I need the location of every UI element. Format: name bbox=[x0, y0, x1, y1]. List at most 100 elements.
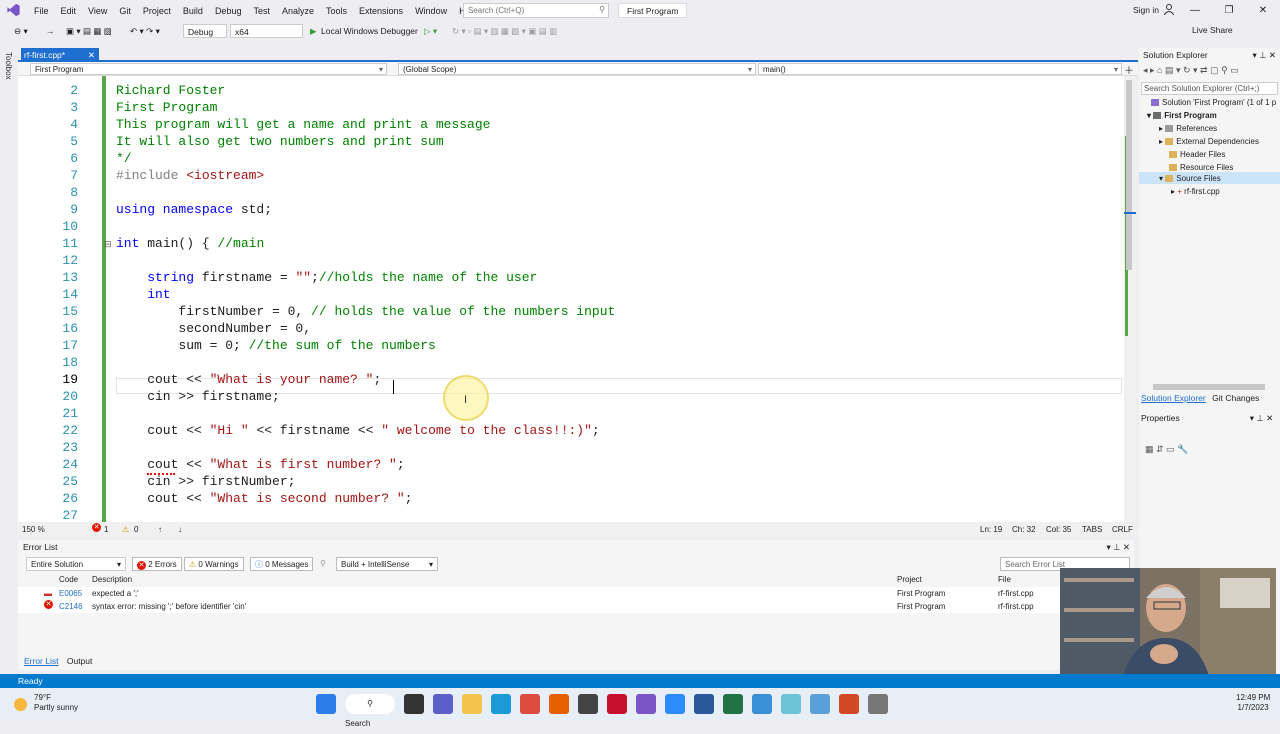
scope-dropdown[interactable]: (Global Scope) ▾ bbox=[398, 63, 756, 75]
col-code[interactable]: Code bbox=[59, 573, 78, 586]
build-filter-dropdown[interactable]: Build + IntelliSense ▾ bbox=[336, 557, 438, 571]
sign-in-link[interactable]: Sign in bbox=[1133, 5, 1159, 15]
platform-dropdown[interactable]: x64 bbox=[230, 24, 303, 38]
new-item-icon[interactable]: ▣ ▾ ▤ ▦ ▧ bbox=[66, 24, 112, 38]
panel-pin-close-icons[interactable]: ▾ ⊥ ✕ bbox=[1250, 413, 1274, 423]
maximize-button[interactable]: ❐ bbox=[1212, 0, 1246, 21]
solution-explorer-toolbar[interactable]: ◂ ▸ ⌂ ▤ ▾ ↻ ▾ ⇄ ▢ ⚲ ▭ bbox=[1143, 65, 1239, 76]
taskbar-clock[interactable]: 12:49 PM 1/7/2023 bbox=[1236, 693, 1270, 713]
menu-view[interactable]: View bbox=[82, 6, 113, 16]
col-file[interactable]: File bbox=[998, 573, 1011, 586]
task-view-icon[interactable] bbox=[404, 694, 424, 714]
live-share-button[interactable]: Live Share bbox=[1192, 25, 1233, 35]
tree-source-files[interactable]: ▾ Source Files bbox=[1159, 173, 1221, 185]
hot-reload-icon[interactable]: ↻ ▾ ▫ ▤ ▾ ▥ ▦ ▧ ▾ ▣ ▤ ▥ bbox=[452, 24, 557, 38]
split-editor-icon[interactable]: ＋ bbox=[1124, 62, 1134, 77]
visual-studio-taskbar-icon[interactable] bbox=[636, 694, 656, 714]
tab-output[interactable]: Output bbox=[67, 656, 93, 666]
menu-git[interactable]: Git bbox=[113, 6, 137, 16]
account-icon[interactable] bbox=[1164, 4, 1174, 15]
menu-tools[interactable]: Tools bbox=[320, 6, 353, 16]
forward-icon[interactable]: → bbox=[46, 24, 55, 38]
col-description[interactable]: Description bbox=[92, 573, 132, 586]
edge-icon[interactable] bbox=[491, 694, 511, 714]
editor-vertical-scrollbar[interactable] bbox=[1124, 76, 1136, 522]
errors-filter-button[interactable]: ✕ 2 Errors bbox=[132, 557, 182, 571]
tab-error-list[interactable]: Error List bbox=[24, 656, 58, 666]
panel-pin-close-icons[interactable]: ▾ ⊥ ✕ bbox=[1106, 540, 1130, 555]
col-project[interactable]: Project bbox=[897, 573, 922, 586]
configuration-dropdown[interactable]: Debug bbox=[183, 24, 227, 38]
back-icon[interactable]: ⊖ ▾ bbox=[14, 24, 28, 38]
close-tab-icon[interactable]: ✕ bbox=[88, 48, 95, 62]
error-code[interactable]: E0065 bbox=[59, 587, 82, 600]
tree-references[interactable]: ▸ References bbox=[1159, 123, 1217, 135]
menu-test[interactable]: Test bbox=[247, 6, 276, 16]
close-window-button[interactable]: ✕ bbox=[1246, 0, 1280, 21]
project-dropdown[interactable]: First Program ▾ bbox=[30, 63, 387, 75]
undo-icon[interactable]: ↶ ▾ ↷ ▾ bbox=[130, 24, 160, 38]
error-row[interactable]: ▬ E0065 expected a ';' First Program rf-… bbox=[18, 587, 1134, 600]
tree-external-deps[interactable]: ▸ External Dependencies bbox=[1159, 136, 1259, 148]
excel-icon[interactable] bbox=[723, 694, 743, 714]
taskbar-search-button[interactable]: ⚲ Search bbox=[345, 694, 395, 728]
tree-header-files[interactable]: Header Files bbox=[1169, 149, 1225, 161]
menu-build[interactable]: Build bbox=[177, 6, 209, 16]
menu-project[interactable]: Project bbox=[137, 6, 177, 16]
start-debugging-icon[interactable]: ▶ bbox=[310, 24, 317, 38]
local-windows-debugger-button[interactable]: Local Windows Debugger bbox=[321, 24, 418, 38]
zoom-icon[interactable] bbox=[665, 694, 685, 714]
panel-pin-close-icons[interactable]: ▾ ⊥ ✕ bbox=[1252, 48, 1276, 63]
error-code[interactable]: C2146 bbox=[59, 600, 83, 613]
menu-debug[interactable]: Debug bbox=[209, 6, 248, 16]
menu-analyze[interactable]: Analyze bbox=[276, 6, 320, 16]
tab-solution-explorer[interactable]: Solution Explorer bbox=[1141, 393, 1206, 403]
collapse-region-icon[interactable]: ⊟ bbox=[104, 239, 112, 250]
file-explorer-icon[interactable] bbox=[462, 694, 482, 714]
tab-rf-first-cpp[interactable]: rf-first.cpp* ✕ bbox=[21, 48, 99, 62]
member-dropdown[interactable]: main() ▾ bbox=[758, 63, 1122, 75]
filter-icon[interactable]: ⚲ bbox=[316, 557, 330, 571]
settings-icon[interactable] bbox=[868, 694, 888, 714]
dell-icon[interactable] bbox=[578, 694, 598, 714]
firefox-icon[interactable] bbox=[549, 694, 569, 714]
toolbox-tab[interactable]: Toolbox bbox=[4, 52, 13, 80]
tree-solution[interactable]: Solution 'First Program' (1 of 1 p bbox=[1151, 97, 1276, 109]
nav-down-icon[interactable]: ↓ bbox=[178, 523, 182, 537]
start-without-debugging-icon[interactable]: ▷ ▾ bbox=[424, 24, 437, 38]
tree-rf-first-cpp[interactable]: ▸ + rf-first.cpp bbox=[1171, 186, 1220, 198]
code-editor[interactable]: 2 3 4 5 6 7 8 9 10 11 12 13 14 15 16 17 18 19 20 21 22 23 24 25… bbox=[18, 76, 1124, 522]
teams-chat-icon[interactable] bbox=[433, 694, 453, 714]
solution-horizontal-scrollbar[interactable] bbox=[1153, 384, 1265, 390]
photos-icon[interactable] bbox=[810, 694, 830, 714]
mcafee-icon[interactable] bbox=[607, 694, 627, 714]
snipping-tool-icon[interactable] bbox=[781, 694, 801, 714]
app-icon[interactable] bbox=[752, 694, 772, 714]
minimize-button[interactable]: — bbox=[1178, 0, 1212, 21]
error-row[interactable]: ✕ C2146 syntax error: missing ';' before… bbox=[18, 600, 1134, 613]
search-input[interactable]: Search (Ctrl+Q) ⚲ bbox=[463, 3, 609, 18]
menu-extensions[interactable]: Extensions bbox=[353, 6, 409, 16]
warnings-filter-button[interactable]: ⚠ 0 Warnings bbox=[184, 557, 244, 571]
powerpoint-icon[interactable] bbox=[839, 694, 859, 714]
solution-search-input[interactable]: Search Solution Explorer (Ctrl+;) bbox=[1141, 82, 1278, 95]
menu-file[interactable]: File bbox=[28, 6, 55, 16]
properties-toolbar[interactable]: ▦ ⇵ ▭ 🔧 bbox=[1145, 444, 1188, 455]
scrollbar-thumb[interactable] bbox=[1126, 80, 1132, 270]
scope-filter-dropdown[interactable]: Entire Solution ▾ bbox=[26, 557, 126, 571]
tabs-status[interactable]: TABS bbox=[1082, 523, 1102, 537]
messages-filter-button[interactable]: ⓘ 0 Messages bbox=[250, 557, 314, 571]
taskbar-search-label: Search bbox=[345, 719, 371, 728]
chrome-icon[interactable] bbox=[520, 694, 540, 714]
eol-status[interactable]: CRLF bbox=[1112, 523, 1133, 537]
weather-widget[interactable]: 79°F Partly sunny bbox=[14, 693, 78, 713]
tree-project[interactable]: ▾ First Program bbox=[1147, 110, 1217, 122]
nav-up-icon[interactable]: ↑ bbox=[158, 523, 162, 537]
word-icon[interactable] bbox=[694, 694, 714, 714]
zoom-level[interactable]: 150 % bbox=[22, 523, 45, 537]
warning-count-icon[interactable]: ⚠ bbox=[122, 523, 129, 537]
tab-git-changes[interactable]: Git Changes bbox=[1212, 393, 1259, 403]
start-icon[interactable] bbox=[316, 694, 336, 714]
menu-edit[interactable]: Edit bbox=[55, 6, 83, 16]
menu-window[interactable]: Window bbox=[409, 6, 453, 16]
